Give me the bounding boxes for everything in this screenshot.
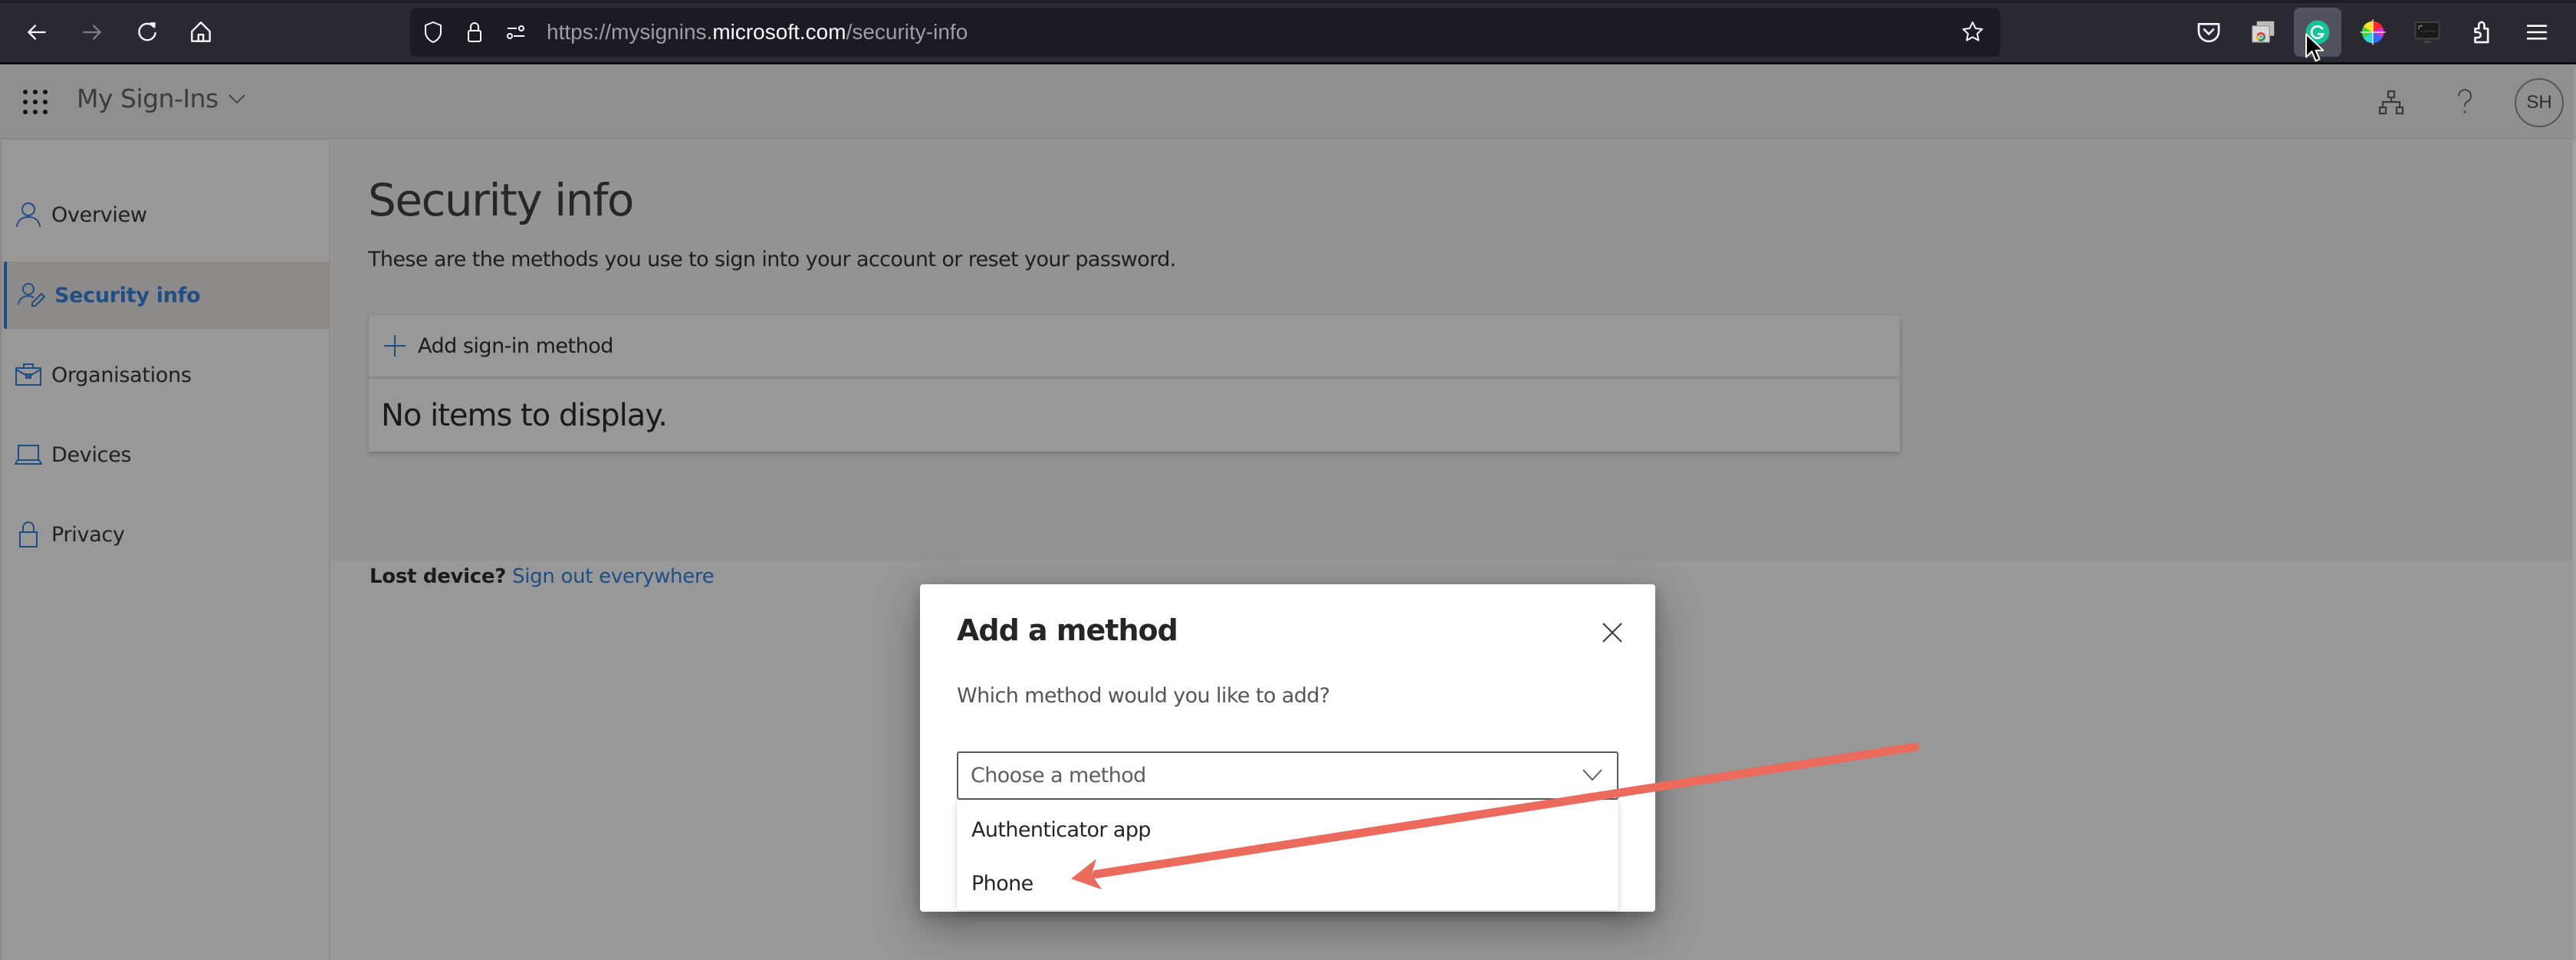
app-header: My Sign-Ins SH bbox=[0, 67, 2573, 140]
color-wheel-icon bbox=[2360, 19, 2386, 45]
screen-capture-extension-button[interactable] bbox=[2404, 8, 2451, 57]
chevron-down-icon bbox=[228, 94, 245, 104]
person-edit-icon bbox=[18, 283, 45, 307]
address-bar[interactable]: https://mysignins.microsoft.com/security… bbox=[410, 8, 2000, 57]
briefcase-icon bbox=[15, 363, 41, 386]
user-avatar[interactable]: SH bbox=[2515, 78, 2564, 127]
add-method-dialog: Add a method Which method would you like… bbox=[920, 584, 1655, 912]
chevron-down-icon bbox=[1582, 769, 1602, 781]
extensions-button[interactable] bbox=[2459, 8, 2506, 57]
option-authenticator-app[interactable]: Authenticator app bbox=[957, 803, 1618, 856]
sidebar-nav: Overview Security info Organisations Dev… bbox=[0, 141, 330, 960]
browser-toolbar: https://mysignins.microsoft.com/security… bbox=[0, 0, 2576, 64]
home-icon bbox=[191, 21, 211, 42]
app-launcher-waffle-icon[interactable] bbox=[21, 88, 49, 116]
arrow-right-icon bbox=[83, 25, 101, 40]
plus-icon bbox=[384, 335, 406, 357]
sidebar-item-devices[interactable]: Devices bbox=[4, 421, 330, 488]
sign-out-everywhere-link[interactable]: Sign out everywhere bbox=[512, 565, 715, 588]
app-menu-button[interactable] bbox=[2513, 8, 2561, 57]
lost-device-row: Lost device? Sign out everywhere bbox=[370, 565, 715, 588]
sign-in-methods-card: Add sign-in method No items to display. bbox=[369, 315, 1900, 452]
hamburger-menu-icon bbox=[2526, 25, 2548, 40]
app-switcher[interactable]: My Sign-Ins bbox=[77, 84, 246, 113]
question-mark-icon bbox=[2458, 89, 2472, 113]
sidebar-item-overview[interactable]: Overview bbox=[4, 181, 330, 248]
page-scrollbar[interactable] bbox=[2573, 141, 2576, 960]
lost-device-label: Lost device? bbox=[370, 565, 507, 588]
page-title: Security info bbox=[368, 174, 634, 226]
org-chart-icon bbox=[2378, 90, 2404, 115]
sidebar-item-label: Security info bbox=[54, 283, 201, 307]
bookmark-star-icon[interactable] bbox=[1959, 18, 1986, 46]
sidebar-item-label: Overview bbox=[51, 202, 147, 227]
add-sign-in-method-label: Add sign-in method bbox=[418, 334, 613, 358]
organization-button[interactable] bbox=[2372, 84, 2410, 122]
puzzle-piece-icon bbox=[2474, 21, 2489, 44]
pocket-button[interactable] bbox=[2185, 8, 2233, 57]
chrome-window-extension-button[interactable] bbox=[2239, 8, 2287, 57]
permissions-icon[interactable] bbox=[502, 18, 530, 46]
arrow-left-icon bbox=[28, 25, 46, 40]
close-dialog-button[interactable] bbox=[1595, 615, 1630, 650]
laptop-icon bbox=[15, 445, 42, 465]
sidebar-item-label: Organisations bbox=[51, 363, 192, 387]
pocket-icon bbox=[2197, 23, 2220, 43]
reload-icon bbox=[138, 22, 156, 41]
back-button[interactable] bbox=[20, 15, 54, 49]
method-select[interactable]: Choose a method bbox=[957, 751, 1618, 800]
chrome-window-icon bbox=[2252, 21, 2275, 43]
person-icon bbox=[16, 202, 41, 228]
dialog-title: Add a method bbox=[957, 613, 1178, 647]
color-picker-extension-button[interactable] bbox=[2349, 8, 2397, 57]
help-button[interactable] bbox=[2446, 84, 2484, 122]
tab-strip-edge bbox=[0, 0, 2576, 3]
monitor-icon bbox=[2414, 21, 2440, 44]
sidebar-item-label: Privacy bbox=[51, 522, 125, 547]
url-host: microsoft.com bbox=[712, 20, 846, 44]
app-title: My Sign-Ins bbox=[77, 84, 219, 113]
sidebar-item-label: Devices bbox=[51, 442, 132, 467]
sidebar-item-organisations[interactable]: Organisations bbox=[4, 341, 330, 409]
add-sign-in-method-button[interactable]: Add sign-in method bbox=[383, 315, 613, 376]
lock-icon bbox=[19, 521, 38, 547]
forward-button[interactable] bbox=[75, 15, 109, 49]
page-subtitle: These are the methods you use to sign in… bbox=[368, 248, 1176, 271]
method-select-placeholder: Choose a method bbox=[971, 764, 1146, 787]
sidebar-item-privacy[interactable]: Privacy bbox=[4, 501, 330, 568]
home-button[interactable] bbox=[184, 15, 218, 49]
dialog-question: Which method would you like to add? bbox=[957, 684, 1330, 708]
close-icon bbox=[1602, 623, 1622, 643]
url-prefix: https://mysignins. bbox=[547, 20, 713, 44]
mouse-cursor-icon bbox=[2305, 33, 2324, 62]
option-phone[interactable]: Phone bbox=[957, 856, 1618, 910]
lock-icon[interactable] bbox=[461, 18, 488, 46]
reload-button[interactable] bbox=[130, 15, 164, 49]
empty-state-text: No items to display. bbox=[381, 398, 668, 433]
tracking-protection-shield-icon[interactable] bbox=[419, 18, 447, 46]
url-text[interactable]: https://mysignins.microsoft.com/security… bbox=[547, 18, 968, 46]
url-path: /security-info bbox=[846, 20, 968, 44]
card-divider bbox=[369, 376, 1900, 379]
method-dropdown-menu: Authenticator app Phone bbox=[957, 800, 1618, 910]
sidebar-item-security-info[interactable]: Security info bbox=[4, 261, 330, 329]
